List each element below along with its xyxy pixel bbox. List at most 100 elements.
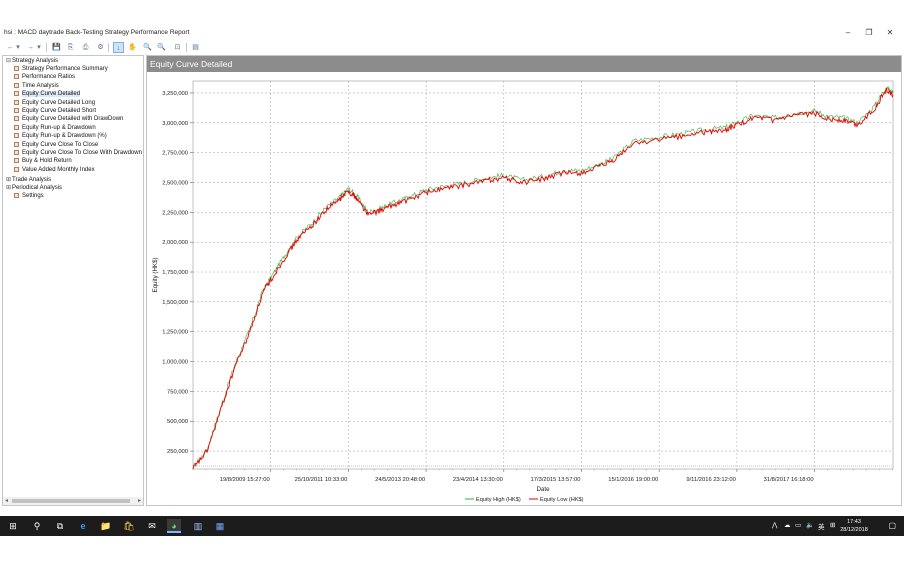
equity-curve-chart[interactable]: 250,000 500,000 750,000 1,000,000 1,250,000 1… xyxy=(147,72,901,505)
pointer-icon[interactable]: ↓ xyxy=(113,42,124,53)
y-tick-label: 250,000 xyxy=(167,449,188,455)
chart-header: Equity Curve Detailed xyxy=(147,56,901,72)
toolbar-separator xyxy=(46,43,47,52)
tree-item-label: Equity Curve Detailed Long xyxy=(22,99,96,106)
y-tick-label: 750,000 xyxy=(167,389,188,395)
tree-item[interactable]: Equity Curve Close To Close With Drawdow… xyxy=(14,149,142,157)
tree-item[interactable]: Equity Curve Detailed with DrawDown xyxy=(14,115,123,123)
tree-item[interactable]: Equity Curve Detailed xyxy=(14,90,81,98)
search-icon[interactable]: ⚲ xyxy=(30,519,44,533)
x-tick-label: 23/4/2014 13:30:00 xyxy=(453,477,503,483)
scroll-left-icon[interactable]: ◂ xyxy=(5,497,8,505)
taskbar: ⊞ ⚲ ⧉ e 📁 🛍 ✉ ◕ ▥ ▦ ⋀ ☁ ▭ 🔈 英 ⊞ 17:43 28… xyxy=(0,516,904,536)
app-icon[interactable]: ▦ xyxy=(213,519,227,533)
tree-item[interactable]: Strategy Performance Summary xyxy=(14,65,108,73)
tree-node-strategy-analysis[interactable]: ⊟Strategy Analysis xyxy=(6,57,58,65)
x-tick-label: 15/1/2016 19:00:00 xyxy=(608,477,658,483)
close-button[interactable]: ✕ xyxy=(880,27,900,39)
tree-node-periodical-analysis[interactable]: ⊞Periodical Analysis xyxy=(6,184,62,192)
volume-icon[interactable]: 🔈 xyxy=(806,521,814,529)
y-tick-label: 1,250,000 xyxy=(162,330,188,336)
fit-icon[interactable]: ⊡ xyxy=(172,42,183,53)
tree-node-trade-analysis[interactable]: ⊞Trade Analysis xyxy=(6,176,51,184)
tree-item-label: Strategy Performance Summary xyxy=(22,66,108,72)
x-tick-label: 9/11/2016 23:12:00 xyxy=(686,477,736,483)
report-icon xyxy=(14,91,19,97)
chart-pane: Equity Curve Detailed 250,000 500,000 750,… xyxy=(146,55,902,506)
tree-item[interactable]: Equity Curve Close To Close xyxy=(14,141,98,149)
report-icon xyxy=(14,66,19,71)
mail-icon[interactable]: ✉ xyxy=(145,519,159,533)
legend-label: Equity Low (HK$) xyxy=(540,497,584,503)
tree-item-label: Value Added Monthly Index xyxy=(22,166,95,173)
minimize-button[interactable]: – xyxy=(838,27,858,39)
clock-time[interactable]: 17:43 xyxy=(834,519,874,525)
tree-item[interactable]: Value Added Monthly Index xyxy=(14,166,95,174)
y-tick-label: 2,500,000 xyxy=(162,180,188,186)
tree-horizontal-scrollbar[interactable]: ◂ ▸ xyxy=(3,497,143,505)
report-icon xyxy=(14,166,19,172)
zoom-in-icon[interactable]: 🔍 xyxy=(142,42,153,53)
x-tick-label: 25/10/2011 10:33:00 xyxy=(295,477,348,483)
report-icon xyxy=(14,158,19,164)
report-icon xyxy=(14,193,19,198)
zoom-out-icon[interactable]: 🔍 xyxy=(156,42,167,53)
y-tick-label: 3,250,000 xyxy=(162,91,188,97)
app-icon[interactable]: ◕ xyxy=(167,519,181,533)
toolbar-separator xyxy=(108,43,109,52)
y-tick-label: 2,750,000 xyxy=(162,151,188,157)
tree-item[interactable]: Equity Curve Detailed Long xyxy=(14,99,95,107)
app-icon[interactable]: ▥ xyxy=(191,519,205,533)
tree-node-label: Settings xyxy=(22,193,44,199)
tree-item-label: Equity Curve Detailed Short xyxy=(22,108,97,114)
tree-item[interactable]: Performance Ratios xyxy=(14,73,75,81)
tree-item[interactable]: Equity Run-up & Drawdown xyxy=(14,124,96,132)
tree-item-label: Time Analysis xyxy=(22,82,59,89)
start-icon[interactable]: ⊞ xyxy=(6,519,20,533)
tray-expand-icon[interactable]: ⋀ xyxy=(772,521,777,529)
tree-item-label: Equity Curve Detailed with DrawDown xyxy=(22,116,124,123)
task-view-icon[interactable]: ⧉ xyxy=(53,519,67,533)
report-icon xyxy=(14,82,19,88)
hand-icon[interactable]: ✋ xyxy=(127,42,138,53)
y-tick-label: 2,000,000 xyxy=(162,240,188,246)
copy-icon[interactable]: ⎘ xyxy=(65,42,76,53)
clock-date[interactable]: 28/12/2018 xyxy=(834,527,874,533)
export-icon[interactable]: ▤ xyxy=(190,42,201,53)
tree-item[interactable]: Time Analysis xyxy=(14,82,59,90)
forward-arrow-icon[interactable]: → xyxy=(25,42,36,53)
restore-button[interactable]: ❐ xyxy=(859,27,879,39)
report-icon xyxy=(14,133,19,139)
forward-menu-icon[interactable]: ▾ xyxy=(36,42,42,53)
tree-node-settings[interactable]: Settings xyxy=(14,192,44,200)
x-tick-label: 24/5/2013 20:48:00 xyxy=(375,477,425,483)
tree-node-label: Trade Analysis xyxy=(12,177,52,183)
ime-mode-icon[interactable]: 英 xyxy=(818,521,825,531)
report-icon xyxy=(14,124,19,130)
tree-item[interactable]: Buy & Hold Return xyxy=(14,157,72,165)
scroll-right-icon[interactable]: ▸ xyxy=(138,497,141,505)
tree-node-label: Strategy Analysis xyxy=(12,58,59,64)
x-tick-label: 31/8/2017 16:18:00 xyxy=(764,477,814,483)
print-icon[interactable]: ⎙ xyxy=(80,42,91,53)
legend-label: Equity High (HK$) xyxy=(476,497,521,503)
tree-item-label: Equity Curve Close To Close xyxy=(22,141,99,148)
cloud-icon[interactable]: ☁ xyxy=(784,521,791,529)
tree-item[interactable]: Equity Run-up & Drawdown (%) xyxy=(14,132,107,140)
edge-icon[interactable]: e xyxy=(76,519,90,533)
y-tick-label: 500,000 xyxy=(167,419,188,425)
tree-item[interactable]: Equity Curve Detailed Short xyxy=(14,107,96,115)
tree-item-label: Equity Run-up & Drawdown (%) xyxy=(22,133,107,140)
scroll-thumb[interactable] xyxy=(12,499,130,503)
tree-node-label: Periodical Analysis xyxy=(12,185,63,191)
save-icon[interactable]: 💾 xyxy=(51,42,62,53)
toolbar-separator xyxy=(186,43,187,52)
store-icon[interactable]: 🛍 xyxy=(122,519,136,533)
back-menu-icon[interactable]: ▾ xyxy=(15,42,21,53)
y-tick-label: 1,000,000 xyxy=(162,360,188,366)
folder-icon[interactable]: 📁 xyxy=(99,519,113,533)
network-icon[interactable]: ▭ xyxy=(795,521,801,529)
y-tick-label: 1,750,000 xyxy=(162,270,188,276)
gear-icon[interactable]: ⚙ xyxy=(95,42,106,53)
notification-icon[interactable]: ▢ xyxy=(888,521,896,530)
